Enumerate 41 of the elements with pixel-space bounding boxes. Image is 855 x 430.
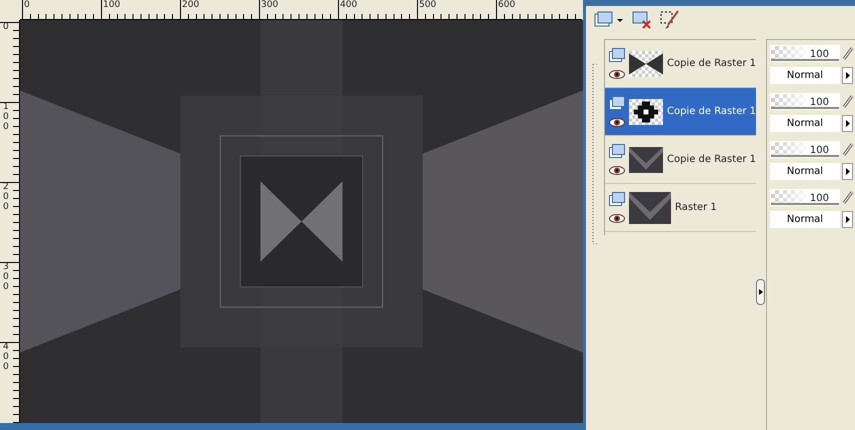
panel-splitter-handle[interactable] <box>756 279 765 305</box>
opacity-value: 100 <box>810 144 829 158</box>
delete-layer-button[interactable] <box>632 11 652 29</box>
caret-icon <box>846 168 850 175</box>
layer-type-icon <box>609 48 625 62</box>
caret-icon <box>846 72 850 79</box>
dropdown-arrow-button[interactable] <box>842 114 853 132</box>
eye-icon[interactable] <box>609 118 625 127</box>
eye-icon[interactable] <box>609 214 625 223</box>
blend-mode-dropdown[interactable]: Normal <box>770 210 840 228</box>
link-icon[interactable] <box>842 93 854 109</box>
layer-row[interactable]: Copie de Raster 1 <box>605 88 756 136</box>
link-icon[interactable] <box>842 45 854 61</box>
eye-icon[interactable] <box>609 166 625 175</box>
layer-name: Copie de Raster 1 <box>666 57 756 71</box>
eye-icon[interactable] <box>609 70 625 79</box>
opacity-slider[interactable]: 100 <box>770 44 840 62</box>
layer-name: Raster 1 <box>675 201 717 215</box>
opacity-value: 100 <box>810 96 829 110</box>
layer-name: Copie de Raster 1 <box>666 105 756 119</box>
link-icon[interactable] <box>842 189 854 205</box>
dropdown-arrow-button[interactable] <box>842 66 853 84</box>
layer-type-icon <box>609 192 625 206</box>
blend-mode-dropdown[interactable]: Normal <box>770 114 840 132</box>
new-layer-button[interactable] <box>594 11 624 29</box>
opacity-value: 100 <box>810 48 829 62</box>
opacity-slider[interactable]: 100 <box>770 188 840 206</box>
opacity-slider[interactable]: 100 <box>770 92 840 110</box>
caret-icon <box>846 216 850 223</box>
blend-mode-dropdown[interactable]: Normal <box>770 162 840 180</box>
layer-name: Copie de Raster 1 <box>666 153 756 167</box>
dropdown-arrow-button[interactable] <box>842 210 853 228</box>
caret-icon <box>846 120 850 127</box>
link-icon[interactable] <box>842 141 854 157</box>
edit-selection-button[interactable] <box>660 10 680 30</box>
opacity-slider[interactable]: 100 <box>770 140 840 158</box>
opacity-value: 100 <box>810 192 829 206</box>
dropdown-arrow-button[interactable] <box>842 162 853 180</box>
layer-type-icon <box>609 144 625 158</box>
blend-mode-dropdown[interactable]: Normal <box>770 66 840 84</box>
layer-type-icon <box>609 96 625 110</box>
